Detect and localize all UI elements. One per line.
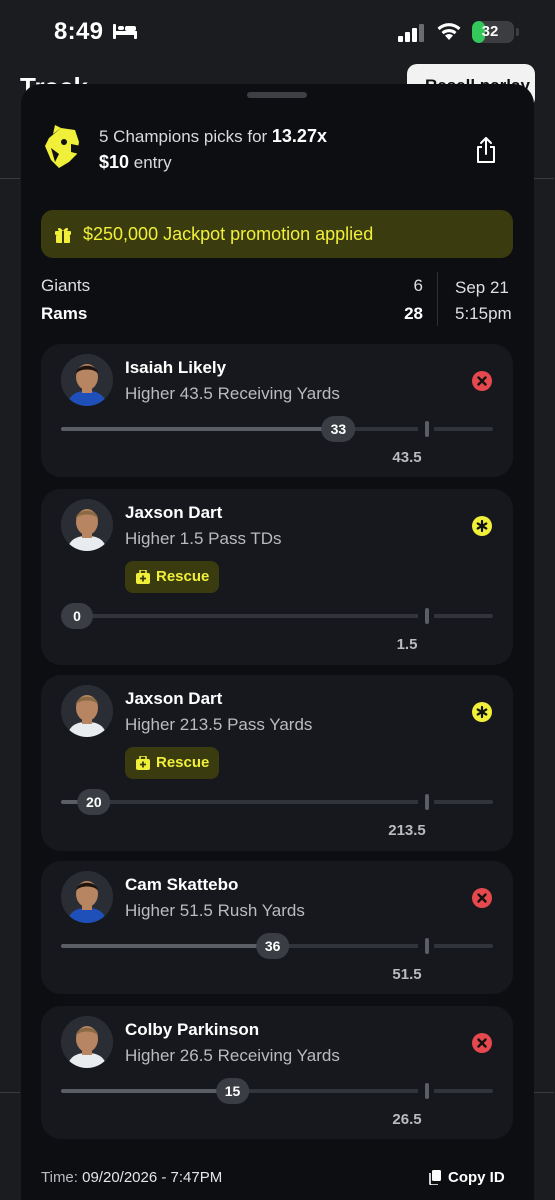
- current-stat-bubble: 15: [215, 1078, 250, 1104]
- battery-cap: [516, 28, 519, 36]
- target-value: 51.5: [392, 966, 422, 983]
- target-tick: [425, 421, 429, 437]
- current-stat-bubble: 36: [255, 933, 290, 959]
- pick-card[interactable]: Jaxson Dart Higher 213.5 Pass Yards Rescue…: [41, 675, 513, 851]
- battery-level: 32: [481, 23, 499, 40]
- champions-dog-logo-icon: [45, 125, 81, 168]
- target-tick: [425, 608, 429, 624]
- share-icon[interactable]: [473, 136, 499, 164]
- pick-line: Higher 26.5 Receiving Yards: [125, 1046, 340, 1065]
- player-avatar: [61, 354, 113, 406]
- rescue-badge: Rescue: [125, 561, 219, 593]
- progress-track: 0: [61, 603, 493, 629]
- target-tick: [425, 1083, 429, 1099]
- pick-line: Higher 213.5 Pass Yards: [125, 715, 313, 734]
- pick-card[interactable]: Colby Parkinson Higher 26.5 Receiving Yar…: [41, 1006, 513, 1139]
- target-tick: [425, 794, 429, 810]
- bed-icon: [113, 24, 137, 39]
- player-name: Cam Skattebo: [125, 875, 239, 894]
- target-value: 1.5: [396, 636, 418, 653]
- pick-line: Higher 43.5 Receiving Yards: [125, 384, 340, 403]
- rescued-star-icon: [471, 701, 493, 723]
- signal-icon: [398, 24, 424, 42]
- battery-indicator: 32: [472, 21, 514, 43]
- pick-card[interactable]: Isaiah Likely Higher 43.5 Receiving Yards…: [41, 344, 513, 477]
- rescue-badge: Rescue: [125, 747, 219, 779]
- game-time: 5:15pm: [455, 304, 512, 323]
- team-home: Rams: [41, 304, 88, 323]
- player-name: Isaiah Likely: [125, 358, 227, 377]
- gift-icon: [55, 227, 71, 243]
- divider: [0, 178, 20, 179]
- player-avatar: [61, 685, 113, 737]
- current-stat-bubble: 0: [61, 603, 93, 629]
- pick-card[interactable]: Jaxson Dart Higher 1.5 Pass TDs Rescue 0 1.5: [41, 489, 513, 665]
- lost-x-icon: [471, 1032, 493, 1054]
- promo-text: $250,000 Jackpot promotion applied: [83, 224, 374, 244]
- entry-amount: $10: [99, 152, 130, 172]
- divider: [0, 1092, 20, 1093]
- progress-track: 33: [61, 416, 493, 442]
- current-stat-bubble: 33: [321, 416, 356, 442]
- status-bar: 8:49 32: [0, 0, 555, 66]
- pick-line: Higher 1.5 Pass TDs: [125, 529, 282, 548]
- divider: [437, 272, 438, 326]
- target-value: 26.5: [392, 1111, 422, 1128]
- pick-line: Higher 51.5 Rush Yards: [125, 901, 305, 920]
- pick-card[interactable]: Cam Skattebo Higher 51.5 Rush Yards 36 51.5: [41, 861, 513, 994]
- picks-summary: 5 Champions picks for 13.27x: [99, 126, 327, 147]
- divider: [534, 178, 554, 179]
- progress-fill: [61, 427, 339, 431]
- rescue-label: Rescue: [156, 754, 210, 771]
- sheet-grabber[interactable]: [247, 92, 307, 98]
- entry-time-label: Time:: [41, 1169, 83, 1186]
- player-name: Jaxson Dart: [125, 503, 223, 522]
- player-avatar: [61, 871, 113, 923]
- entry-summary: $10 entry: [99, 152, 172, 173]
- team-away: Giants: [41, 276, 91, 295]
- divider: [534, 1092, 554, 1093]
- copy-id-label: Copy ID: [448, 1169, 505, 1186]
- score-home: 28: [404, 304, 423, 323]
- lost-x-icon: [471, 370, 493, 392]
- wifi-icon: [437, 23, 461, 40]
- player-name: Colby Parkinson: [125, 1020, 260, 1039]
- rescue-kit-icon: [136, 570, 150, 584]
- entry-time: Time: 09/20/2026 - 7:47PM: [41, 1169, 222, 1186]
- lost-x-icon: [471, 887, 493, 909]
- rescue-kit-icon: [136, 756, 150, 770]
- player-avatar: [61, 499, 113, 551]
- target-tick: [425, 938, 429, 954]
- entry-detail-sheet: 5 Champions picks for 13.27x $10 entry $…: [21, 84, 534, 1200]
- progress-track: 20: [61, 789, 493, 815]
- target-value: 43.5: [392, 449, 422, 466]
- entry-time-value: 09/20/2026 - 7:47PM: [82, 1169, 223, 1186]
- progress-track: 36: [61, 933, 493, 959]
- player-name: Jaxson Dart: [125, 689, 223, 708]
- score-away: 6: [413, 276, 423, 295]
- progress-fill: [61, 944, 273, 948]
- target-value: 213.5: [388, 822, 426, 839]
- entry-suffix: entry: [129, 153, 172, 172]
- progress-track: 15: [61, 1078, 493, 1104]
- status-time: 8:49: [54, 18, 104, 45]
- game-date: Sep 21: [455, 278, 509, 297]
- rescue-label: Rescue: [156, 568, 210, 585]
- progress-fill: [61, 1089, 233, 1093]
- payout-multiplier: 13.27x: [271, 126, 327, 146]
- player-avatar: [61, 1016, 113, 1068]
- current-stat-bubble: 20: [77, 789, 111, 815]
- copy-icon: [429, 1170, 441, 1185]
- picks-summary-text: 5 Champions picks for: [99, 127, 272, 146]
- rescued-star-icon: [471, 515, 493, 537]
- jackpot-promo-banner: $250,000 Jackpot promotion applied: [41, 210, 513, 258]
- game-score: Giants Rams 6 28 Sep 21 5:15pm: [41, 272, 513, 328]
